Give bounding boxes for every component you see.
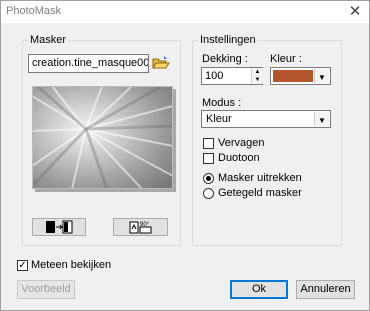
modus-value: Kleur [206,113,232,125]
open-folder-icon[interactable] [152,55,170,71]
masker-uitrekken-radio[interactable] [203,173,214,184]
window-title: PhotoMask [6,5,62,17]
spin-down-icon[interactable]: ▼ [252,76,263,84]
mask-filename-field[interactable]: creation.tine_masque005.jp [28,54,149,73]
chevron-down-icon: ▼ [314,69,329,83]
kleur-swatch [273,70,313,82]
modus-label: Modus : [202,97,242,109]
photomask-dialog: PhotoMask ✕ Masker creation.tine_masque0… [0,0,370,311]
preview-shadow-bottom [35,189,176,192]
preview-shadow-right [173,89,176,192]
instellingen-group: Instellingen [192,34,342,246]
getegeld-masker-label[interactable]: Getegeld masker [218,187,302,199]
dekking-spin-buttons[interactable]: ▲ ▼ [251,68,263,84]
dekking-value: 100 [205,70,224,82]
close-icon[interactable]: ✕ [345,2,365,22]
masker-legend: Masker [30,34,67,46]
duotoon-label[interactable]: Duotoon [218,152,260,164]
kleur-label: Kleur : [270,53,302,65]
meteen-bekijken-label[interactable]: Meteen bekijken [31,259,111,271]
invert-mask-button[interactable] [32,218,86,236]
voorbeeld-button[interactable]: Voorbeeld [17,280,75,299]
title-bar: PhotoMask ✕ [1,1,369,23]
annuleren-button[interactable]: Annuleren [296,280,355,299]
mask-preview-image [32,86,173,189]
swap-icon [46,220,73,234]
instellingen-legend: Instellingen [200,34,256,46]
ok-button[interactable]: Ok [230,280,288,299]
vervagen-label[interactable]: Vervagen [218,137,264,149]
meteen-bekijken-checkbox[interactable]: ✓ [17,260,28,271]
dekking-label: Dekking : [202,53,248,65]
getegeld-masker-radio[interactable] [203,188,214,199]
modus-select[interactable]: Kleur ▼ [201,110,331,128]
rotate-90-label: 90° [140,222,150,228]
vervagen-checkbox[interactable] [203,138,214,149]
duotoon-checkbox[interactable] [203,153,214,164]
spin-up-icon[interactable]: ▲ [252,68,263,76]
rotate-90-icon: 90° [129,221,151,234]
kleur-picker[interactable]: ▼ [270,67,331,85]
chevron-down-icon: ▼ [314,112,329,126]
masker-uitrekken-label[interactable]: Masker uitrekken [218,172,302,184]
rotate-mask-button[interactable]: 90° [113,218,168,236]
